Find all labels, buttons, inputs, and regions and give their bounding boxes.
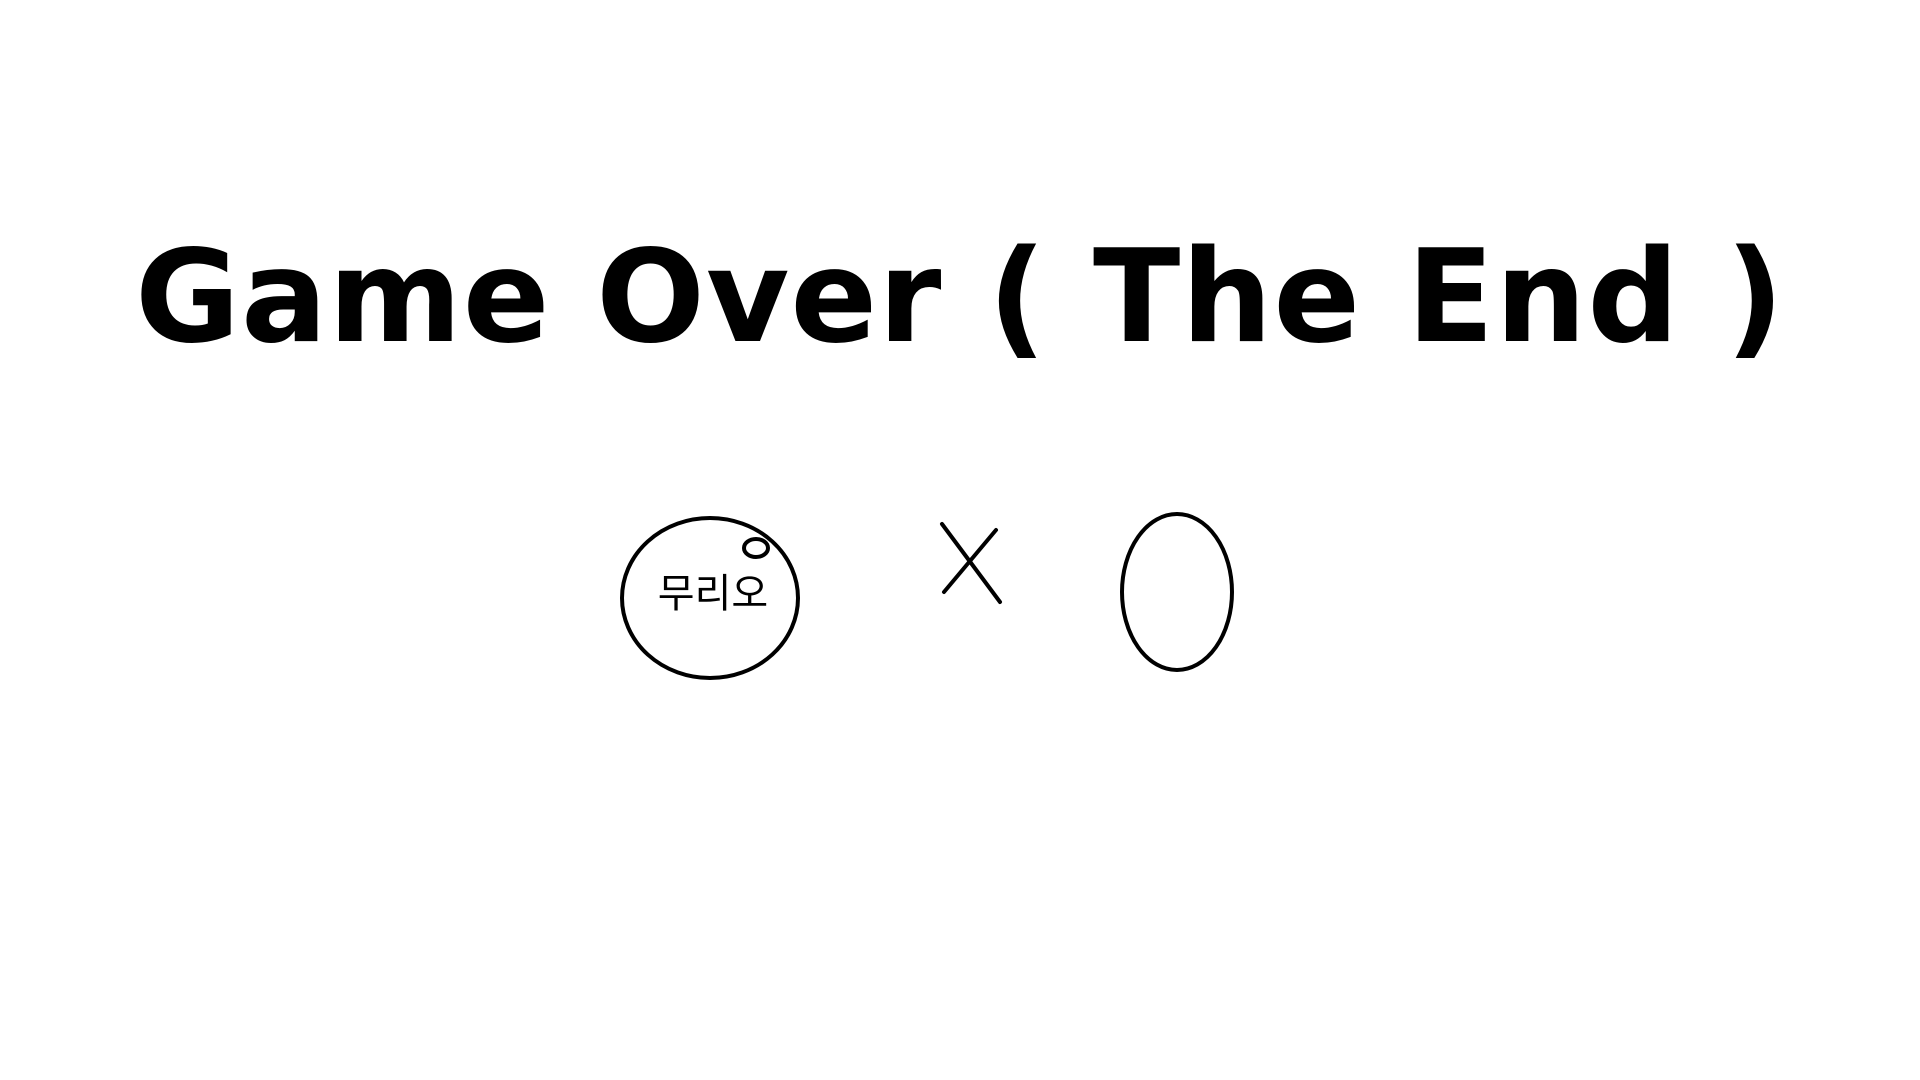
cross-character [938, 520, 1006, 606]
oval-character [1118, 510, 1236, 674]
game-over-screen: Game Over ( The End ) 무리오 [0, 0, 1920, 1080]
muriou-character: 무리오 [618, 510, 802, 682]
muriou-label: 무리오 [657, 571, 769, 617]
x-mark-icon [940, 522, 1002, 604]
characters-row: 무리오 [0, 0, 1920, 1080]
oval-outline-icon [1120, 512, 1234, 672]
